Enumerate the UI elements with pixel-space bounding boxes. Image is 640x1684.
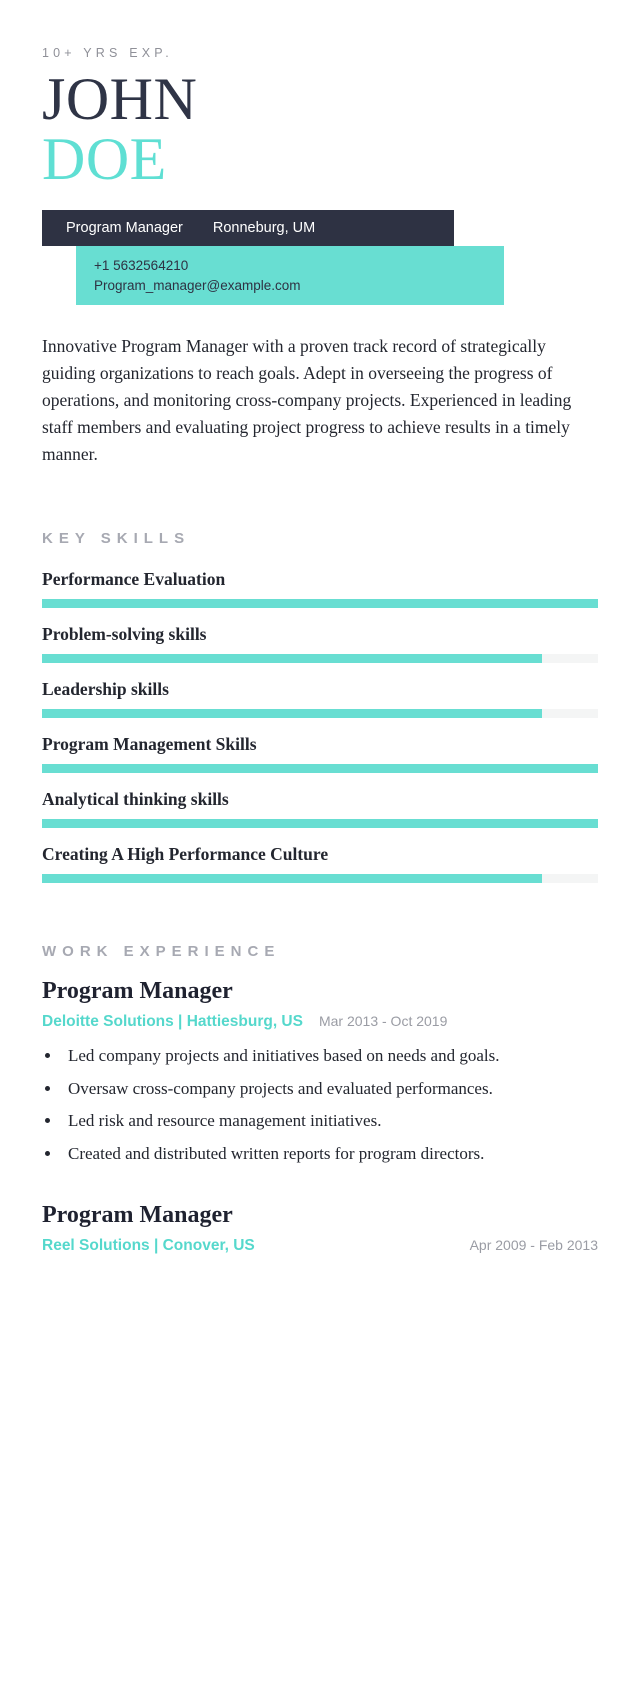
- job-bullet: Led risk and resource management initiat…: [62, 1108, 598, 1134]
- job-company: Deloitte Solutions | Hattiesburg, US: [42, 1013, 303, 1031]
- job-bullet: Led company projects and initiatives bas…: [62, 1043, 598, 1069]
- skill-bar-fill: [42, 654, 543, 664]
- email-address[interactable]: Program_manager@example.com: [94, 276, 504, 295]
- job-entry: Program Manager Deloitte Solutions | Hat…: [42, 978, 598, 1166]
- skill-bar-track: [42, 819, 598, 829]
- resume-page: 10+ YRS EXP. JOHN DOE Program Manager Ro…: [0, 0, 640, 1684]
- skill-label: Leadership skills: [42, 679, 169, 700]
- skill-bar-track: [42, 599, 598, 609]
- last-name: DOE: [42, 126, 167, 193]
- skill-label: Problem-solving skills: [42, 624, 207, 645]
- job-meta: Deloitte Solutions | Hattiesburg, US Mar…: [42, 1013, 598, 1031]
- skill-item: Problem-solving skills: [42, 624, 598, 664]
- job-role: Program Manager: [66, 220, 183, 237]
- skill-item: Analytical thinking skills: [42, 789, 598, 829]
- contact-bar: +1 5632564210 Program_manager@example.co…: [76, 246, 504, 305]
- job-bullet: Oversaw cross-company projects and evalu…: [62, 1076, 598, 1102]
- job-company: Reel Solutions | Conover, US: [42, 1237, 255, 1255]
- title-location-bar: Program Manager Ronneburg, UM: [42, 210, 454, 247]
- skill-item: Creating A High Performance Culture: [42, 844, 598, 884]
- skill-label: Creating A High Performance Culture: [42, 844, 329, 865]
- experience-eyebrow: 10+ YRS EXP.: [42, 46, 173, 60]
- skill-bar-track: [42, 654, 598, 664]
- resume-header: 10+ YRS EXP. JOHN DOE: [0, 0, 640, 193]
- skill-bar-fill: [42, 819, 598, 829]
- job-dates: Apr 2009 - Feb 2013: [469, 1237, 598, 1254]
- job-dates: Mar 2013 - Oct 2019: [318, 1013, 448, 1030]
- job-bullet-list: Led company projects and initiatives bas…: [42, 1043, 598, 1166]
- skill-item: Program Management Skills: [42, 734, 598, 774]
- phone-number[interactable]: +1 5632564210: [94, 256, 504, 275]
- skill-bar-fill: [42, 764, 598, 774]
- key-skills-list: Performance Evaluation Problem-solving s…: [42, 569, 598, 884]
- skill-label: Program Management Skills: [42, 734, 257, 755]
- skill-bar-fill: [42, 874, 543, 884]
- skill-bar-track: [42, 874, 598, 884]
- skill-label: Analytical thinking skills: [42, 789, 229, 810]
- skill-bar-track: [42, 709, 598, 719]
- first-name: JOHN: [42, 66, 198, 132]
- job-title: Program Manager: [42, 1202, 233, 1229]
- skill-item: Leadership skills: [42, 679, 598, 719]
- key-skills-section-title: KEY SKILLS: [42, 530, 191, 548]
- job-meta: Reel Solutions | Conover, US Apr 2009 - …: [42, 1237, 598, 1255]
- job-title: Program Manager: [42, 978, 233, 1005]
- work-experience-list: Program Manager Deloitte Solutions | Hat…: [42, 978, 598, 1255]
- work-experience-section-title: WORK EXPERIENCE: [42, 943, 281, 961]
- professional-summary: Innovative Program Manager with a proven…: [42, 335, 572, 465]
- skill-item: Performance Evaluation: [42, 569, 598, 609]
- job-entry: Program Manager Reel Solutions | Conover…: [42, 1202, 598, 1255]
- location: Ronneburg, UM: [212, 220, 316, 237]
- skill-bar-track: [42, 764, 598, 774]
- skill-bar-fill: [42, 599, 598, 609]
- skill-bar-fill: [42, 709, 543, 719]
- job-bullet: Created and distributed written reports …: [62, 1141, 598, 1167]
- skill-label: Performance Evaluation: [42, 569, 226, 590]
